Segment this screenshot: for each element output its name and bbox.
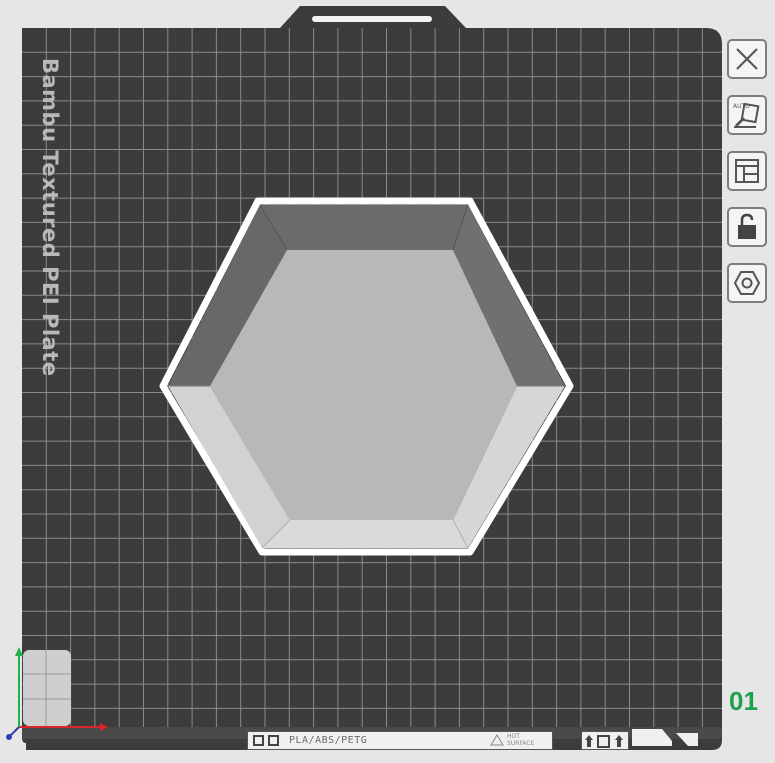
warning-triangle-icon xyxy=(490,734,504,746)
build-plate-canvas[interactable] xyxy=(0,0,775,763)
plate-corner-marker xyxy=(632,729,698,746)
surface-label: SURFACE xyxy=(507,740,535,747)
arrange-button[interactable] xyxy=(727,151,767,191)
filament-compat-text: PLA/ABS/PETG xyxy=(289,735,368,746)
plate-icon xyxy=(268,735,279,746)
flip-arrows-icon xyxy=(585,734,623,748)
lock-icon xyxy=(738,213,756,239)
origin-zone xyxy=(23,650,71,726)
hexagon-settings-icon xyxy=(733,271,761,295)
auto-orient-button[interactable]: AUTO xyxy=(727,95,767,135)
plate-number: 01 xyxy=(729,686,758,716)
plate-type-label: Bambu Textured PEI Plate xyxy=(38,58,62,377)
plate-settings-button[interactable] xyxy=(727,263,767,303)
plate-tab-handle xyxy=(312,16,432,22)
lock-button[interactable] xyxy=(727,207,767,247)
plate-toolbar: AUTO xyxy=(727,39,769,319)
arrange-icon xyxy=(735,159,759,183)
close-icon xyxy=(736,48,758,70)
build-plate-view[interactable]: Bambu Textured PEI Plate xyxy=(0,0,775,763)
auto-orient-icon: AUTO xyxy=(733,102,760,128)
close-button[interactable] xyxy=(727,39,767,79)
plate-side-icons xyxy=(581,731,629,750)
hot-label: HOT xyxy=(507,733,520,740)
plate-info-strip: PLA/ABS/PETG HOT SURFACE xyxy=(247,731,553,750)
nozzle-icon xyxy=(253,735,264,746)
